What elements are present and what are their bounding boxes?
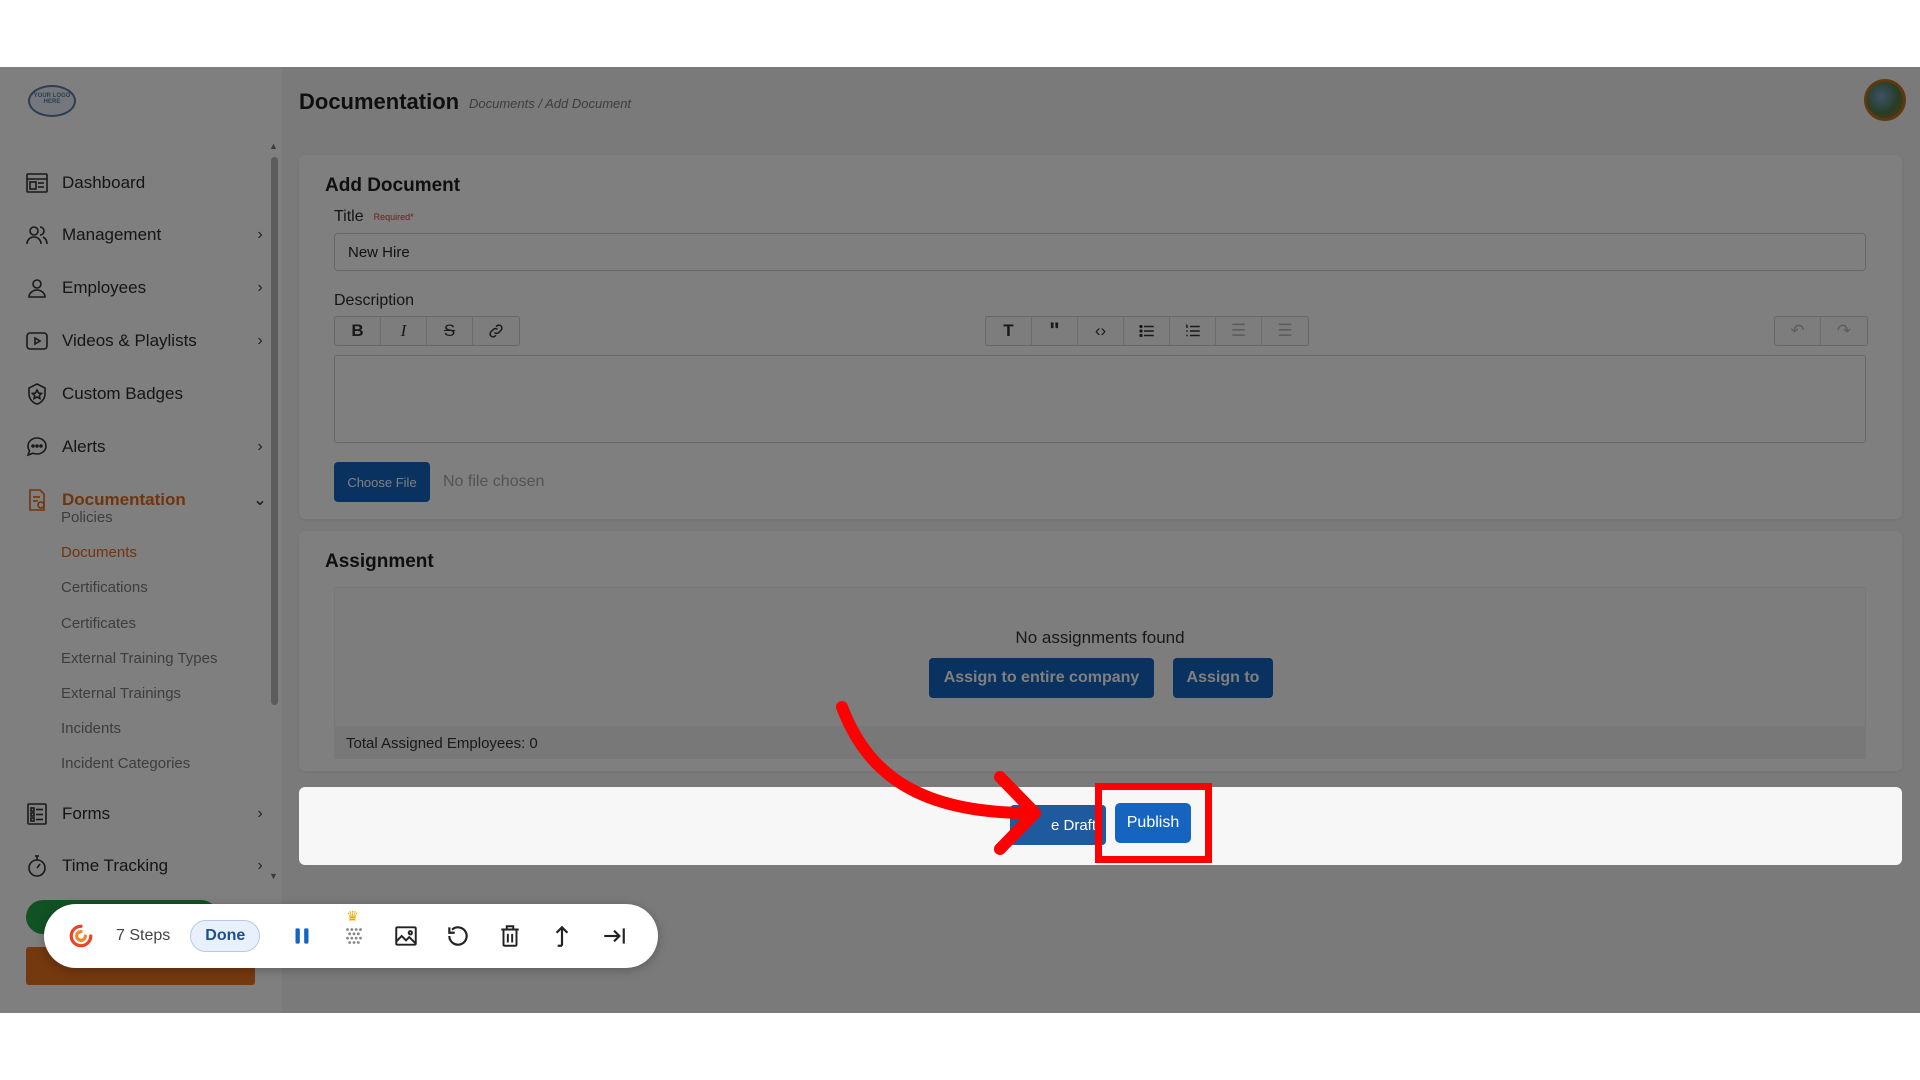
video-icon (22, 328, 52, 354)
no-file-text: No file chosen (443, 473, 545, 490)
sidebar-subitem-documents[interactable]: Documents (61, 544, 137, 561)
heading-icon[interactable]: T (986, 317, 1032, 345)
stopwatch-icon (22, 853, 52, 879)
sidebar-item-label: Management (62, 225, 162, 244)
chevron-down-icon: ⌄ (253, 492, 267, 509)
redo-icon[interactable]: ↷ (1821, 317, 1867, 345)
highlight-box (1095, 783, 1212, 863)
badge-icon (22, 381, 52, 407)
sidebar-subitem-certifications[interactable]: Certifications (61, 579, 148, 596)
assignment-card: Assignment No assignments found Assign t… (299, 531, 1902, 771)
title-label: Title Required* (334, 208, 414, 226)
quote-icon[interactable]: " (1032, 317, 1078, 345)
document-icon (22, 487, 52, 513)
title-input[interactable] (334, 233, 1866, 271)
assign-to-button[interactable]: Assign to (1173, 658, 1273, 698)
sidebar-item-documentation[interactable]: Documentation ⌄ (22, 480, 268, 520)
empty-state-text: No assignments found (1015, 628, 1185, 647)
total-assigned-employees: Total Assigned Employees: 0 (334, 727, 1866, 759)
indent-icon[interactable]: ☰ (1262, 317, 1308, 345)
format-toolbar-block: T " ‹› ☰ ☰ (985, 316, 1309, 346)
sidebar-item-dashboard[interactable]: Dashboard (22, 163, 268, 203)
sidebar-item-alerts[interactable]: Alerts › (22, 427, 268, 467)
upload-icon[interactable] (536, 916, 588, 956)
sidebar-item-label: Dashboard (62, 173, 146, 192)
recorder-logo-icon (69, 924, 93, 948)
sidebar-item-label: Custom Badges (62, 384, 183, 403)
assignment-list: No assignments found Assign to entire co… (334, 587, 1866, 727)
sidebar-subitem-external-trainings[interactable]: External Trainings (61, 685, 181, 702)
chevron-right-icon: › (257, 805, 263, 822)
code-icon[interactable]: ‹› (1078, 317, 1124, 345)
sidebar-item-label: Forms (62, 804, 111, 823)
sidebar-item-label: Videos & Playlists (62, 331, 197, 350)
chevron-right-icon: › (257, 857, 263, 874)
description-editor[interactable] (334, 355, 1866, 443)
add-document-card: Add Document TitleRequired* Description … (299, 155, 1902, 519)
chevron-right-icon: › (257, 279, 263, 296)
person-icon (22, 275, 52, 301)
sidebar-item-label: Time Tracking (62, 856, 169, 875)
link-icon[interactable] (473, 317, 519, 345)
chevron-right-icon: › (257, 226, 263, 243)
sidebar-scrollbar[interactable] (271, 157, 278, 705)
sidebar-subitem-policies[interactable]: Policies (61, 509, 113, 526)
blur-icon[interactable]: ♛ (328, 908, 380, 956)
image-icon[interactable] (380, 916, 432, 956)
pause-icon[interactable] (276, 916, 328, 956)
sidebar-item-employees[interactable]: Employees › (22, 268, 268, 308)
description-label: Description (334, 292, 415, 309)
chat-icon (22, 434, 52, 460)
sidebar-item-time-tracking[interactable]: Time Tracking › (22, 846, 268, 886)
format-toolbar-inline: B I S (334, 316, 520, 346)
done-button[interactable]: Done (190, 920, 261, 952)
sidebar-subitem-incidents[interactable]: Incidents (61, 720, 121, 737)
sidebar-item-custom-badges[interactable]: Custom Badges (22, 374, 268, 414)
chevron-right-icon: › (257, 332, 263, 349)
sidebar-subitem-external-training-types[interactable]: External Training Types (61, 650, 217, 667)
sidebar-subitem-certificates[interactable]: Certificates (61, 615, 136, 632)
undo-icon[interactable] (432, 916, 484, 956)
users-icon (22, 222, 52, 248)
sidebar-item-label: Documentation (62, 490, 186, 509)
sidebar-item-label: Alerts (62, 437, 106, 456)
numbered-list-icon[interactable] (1170, 317, 1216, 345)
choose-file-button[interactable]: Choose File (334, 462, 430, 502)
outdent-icon[interactable]: ☰ (1216, 317, 1262, 345)
sidebar-item-videos-playlists[interactable]: Videos & Playlists › (22, 321, 268, 361)
breadcrumb[interactable]: Documents / Add Document (469, 96, 631, 111)
sidebar-item-forms[interactable]: Forms › (22, 794, 268, 834)
strikethrough-icon[interactable]: S (427, 317, 473, 345)
card-title: Add Document (325, 175, 461, 196)
trash-icon[interactable] (484, 916, 536, 956)
page-title: Documentation (299, 89, 460, 114)
recorder-toolbar: 7 Steps Done ♛ (44, 904, 658, 968)
dashboard-icon (22, 170, 52, 196)
list-icon (22, 801, 52, 827)
chevron-right-icon: › (257, 438, 263, 455)
sidebar-subitem-incident-categories[interactable]: Incident Categories (61, 755, 190, 772)
card-title: Assignment (325, 551, 434, 572)
crown-icon: ♛ (346, 908, 359, 924)
pointer-arrow-icon (836, 701, 1041, 855)
italic-icon[interactable]: I (381, 317, 427, 345)
skip-to-end-icon[interactable] (588, 916, 640, 956)
steps-count: 7 Steps (116, 927, 171, 944)
required-indicator: Required* (373, 211, 414, 222)
scroll-up-icon[interactable]: ▲ (269, 141, 278, 151)
undo-icon[interactable]: ↶ (1775, 317, 1821, 345)
bold-icon[interactable]: B (335, 317, 381, 345)
company-logo[interactable]: YOUR LOGO HERE (28, 85, 76, 117)
scroll-down-icon[interactable]: ▼ (269, 871, 278, 881)
history-toolbar: ↶ ↷ (1774, 316, 1868, 346)
sidebar-item-label: Employees (62, 278, 147, 297)
bullet-list-icon[interactable] (1124, 317, 1170, 345)
title-label-text: Title (334, 208, 364, 225)
avatar[interactable] (1864, 79, 1906, 121)
sidebar: YOUR LOGO HERE Dashboard Management › Em… (0, 67, 282, 1013)
app-frame: YOUR LOGO HERE Dashboard Management › Em… (0, 67, 1920, 1013)
sidebar-item-management[interactable]: Management › (22, 215, 268, 255)
